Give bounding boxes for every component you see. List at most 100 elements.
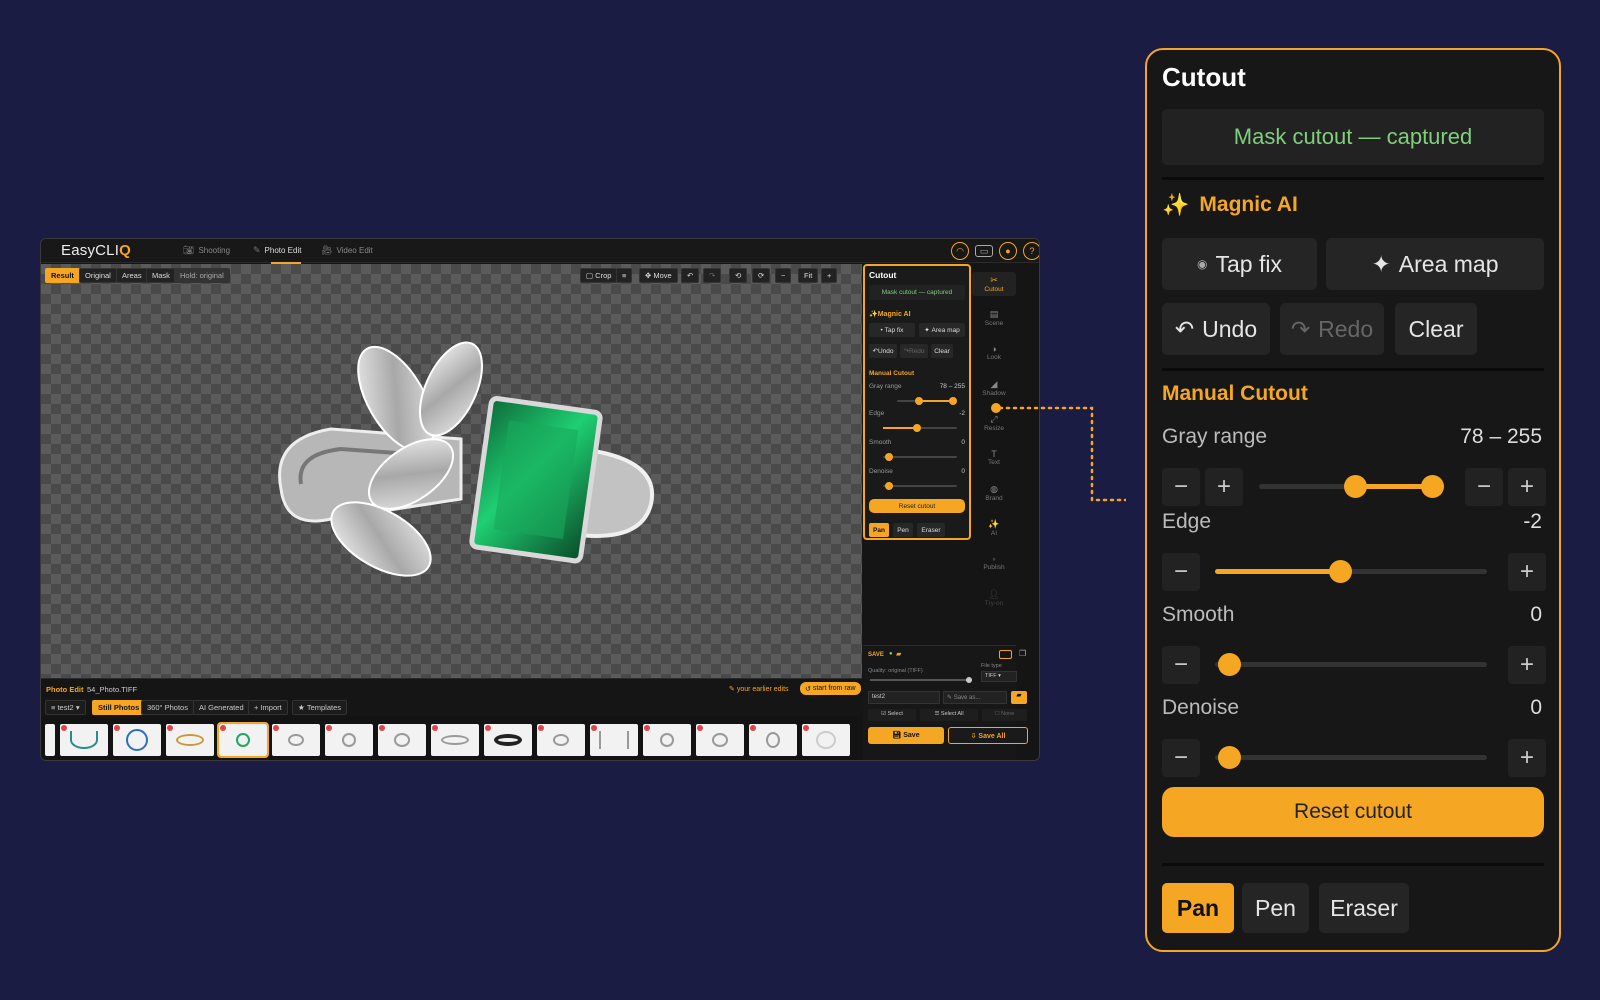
save-all-button[interactable]: ⇩ Save All xyxy=(948,727,1028,744)
edge-increase-button[interactable]: + xyxy=(1508,553,1546,591)
zoom-in-button[interactable]: + xyxy=(821,268,838,283)
thumbnail[interactable] xyxy=(378,724,426,756)
gray-low-decrease-button[interactable]: − xyxy=(1162,468,1200,506)
redo-button[interactable]: ↷ Redo xyxy=(1280,303,1384,355)
thumbnail[interactable] xyxy=(590,724,638,756)
thumbnail[interactable] xyxy=(802,724,850,756)
tap-fix-button[interactable]: ◉ Tap fix xyxy=(1162,238,1317,290)
thumbnail[interactable] xyxy=(749,724,797,756)
gray-high-decrease-button[interactable]: − xyxy=(1465,468,1503,506)
sidebar-item-scene[interactable]: ▤ Scene xyxy=(972,309,1016,327)
align-button[interactable]: ≡ xyxy=(616,268,633,283)
reset-cutout-button[interactable]: Reset cutout xyxy=(1162,787,1544,837)
zoom-out-button[interactable]: − xyxy=(775,268,792,283)
start-from-raw-button[interactable]: ↺ start from raw xyxy=(800,682,861,695)
folder-input[interactable]: test2 xyxy=(868,691,940,704)
mini-clear-button[interactable]: Clear xyxy=(931,344,953,358)
areas-button[interactable]: Areas xyxy=(116,268,148,283)
crop-button[interactable]: ▢ Crop xyxy=(580,268,618,283)
area-map-button[interactable]: ✦ Area map xyxy=(1326,238,1544,290)
thumbnail[interactable] xyxy=(431,724,479,756)
nav-photo-edit[interactable]: ✎ Photo Edit xyxy=(253,245,302,264)
mini-slider-knob[interactable] xyxy=(949,397,957,405)
original-button[interactable]: Original xyxy=(79,268,117,283)
thumbnail[interactable] xyxy=(166,724,214,756)
pen-tool-button[interactable]: Pen xyxy=(1242,883,1309,933)
sidebar-item-try-on[interactable]: 👤︎ Try-on xyxy=(972,589,1016,607)
thumbnail[interactable] xyxy=(60,724,108,756)
image-canvas[interactable]: Result Original Areas Mask Hold: origina… xyxy=(41,264,862,678)
mini-slider-knob[interactable] xyxy=(885,453,893,461)
gray-range-low-knob[interactable] xyxy=(1343,475,1367,498)
pan-tool-button[interactable]: Pan xyxy=(1162,883,1234,933)
mini-area-map-button[interactable]: ✦ Area map xyxy=(919,323,965,337)
edge-knob[interactable] xyxy=(1329,560,1352,583)
tab-ai-generated[interactable]: AI Generated xyxy=(193,700,250,715)
mini-denoise-slider[interactable] xyxy=(883,482,957,490)
mini-slider-knob[interactable] xyxy=(885,482,893,490)
thumbnail[interactable] xyxy=(643,724,691,756)
file-type-select[interactable]: TIFF ▾ xyxy=(981,671,1017,682)
mini-reset-button[interactable]: Reset cutout xyxy=(869,499,965,513)
gray-range-high-knob[interactable] xyxy=(1421,475,1444,498)
gray-range-slider[interactable] xyxy=(1259,475,1444,498)
mini-edge-slider[interactable] xyxy=(883,424,957,432)
nav-video-edit[interactable]: 🎥︎ Video Edit xyxy=(321,245,373,256)
rotate-right-button[interactable]: ⟳ xyxy=(752,268,771,283)
edge-decrease-button[interactable]: − xyxy=(1162,553,1200,591)
denoise-knob[interactable] xyxy=(1218,746,1241,769)
tab-still-photos[interactable]: Still Photos xyxy=(92,700,146,715)
smooth-increase-button[interactable]: + xyxy=(1508,646,1546,684)
smooth-knob[interactable] xyxy=(1218,653,1241,676)
save-button[interactable]: 💾︎ Save xyxy=(868,727,944,744)
undo-button[interactable]: ↶ Undo xyxy=(1162,303,1270,355)
thumbnail[interactable] xyxy=(272,724,320,756)
denoise-slider[interactable] xyxy=(1215,746,1487,769)
quality-knob[interactable] xyxy=(966,677,972,683)
mini-gray-slider[interactable] xyxy=(897,397,957,405)
user-icon[interactable]: ● xyxy=(999,242,1017,260)
thumbnail[interactable] xyxy=(113,724,161,756)
clear-button[interactable]: Clear xyxy=(1395,303,1477,355)
mini-pan-button[interactable]: Pan xyxy=(869,523,889,537)
mini-slider-knob[interactable] xyxy=(915,397,923,405)
thumbnail[interactable] xyxy=(484,724,532,756)
thumbnail[interactable] xyxy=(696,724,744,756)
denoise-decrease-button[interactable]: − xyxy=(1162,739,1200,777)
gray-low-increase-button[interactable]: + xyxy=(1205,468,1243,506)
smooth-decrease-button[interactable]: − xyxy=(1162,646,1200,684)
eraser-tool-button[interactable]: Eraser xyxy=(1319,883,1409,933)
mini-slider-knob[interactable] xyxy=(913,424,921,432)
edge-slider[interactable] xyxy=(1215,560,1487,583)
quality-slider[interactable] xyxy=(870,677,972,683)
select-all-button[interactable]: ☰ Select All xyxy=(920,709,978,721)
mini-pen-button[interactable]: Pen xyxy=(893,523,913,537)
sidebar-item-cutout[interactable]: ✂ Cutout xyxy=(972,272,1016,296)
nav-shooting[interactable]: 📷︎ Shooting xyxy=(183,245,230,256)
image-mode-icon[interactable] xyxy=(999,650,1012,659)
smooth-slider[interactable] xyxy=(1215,653,1487,676)
redo-icon-button[interactable]: ↷ xyxy=(703,268,722,283)
denoise-increase-button[interactable]: + xyxy=(1508,739,1546,777)
thumbnail[interactable] xyxy=(537,724,585,756)
mini-eraser-button[interactable]: Eraser xyxy=(917,523,945,537)
keyboard-icon[interactable]: ▭ xyxy=(975,245,993,257)
gallery-icon[interactable]: ❐ xyxy=(1019,649,1026,658)
folder-select[interactable]: ≡ test2 ▾ xyxy=(45,700,86,715)
thumbnail[interactable] xyxy=(45,724,55,756)
undo-icon-button[interactable]: ↶ xyxy=(681,268,700,283)
sidebar-item-look[interactable]: ◑ Look xyxy=(972,344,1016,361)
fit-button[interactable]: Fit xyxy=(798,268,819,283)
import-button[interactable]: + Import xyxy=(248,700,288,715)
sidebar-item-publish[interactable]: ◦ Publish xyxy=(972,554,1016,571)
rotate-left-button[interactable]: ⟲ xyxy=(729,268,748,283)
sidebar-item-ai[interactable]: ✨ AI xyxy=(972,519,1016,537)
mini-redo-button[interactable]: ↷ Redo xyxy=(900,344,928,358)
mask-button[interactable]: Mask xyxy=(146,268,176,283)
result-button[interactable]: Result xyxy=(45,268,80,283)
select-button[interactable]: ☑ Select xyxy=(868,709,916,721)
move-button[interactable]: ✥ Move xyxy=(639,268,678,283)
thumbnail-selected[interactable] xyxy=(217,722,269,758)
mini-tap-fix-button[interactable]: • Tap fix xyxy=(869,323,915,337)
thumbnail[interactable] xyxy=(325,724,373,756)
